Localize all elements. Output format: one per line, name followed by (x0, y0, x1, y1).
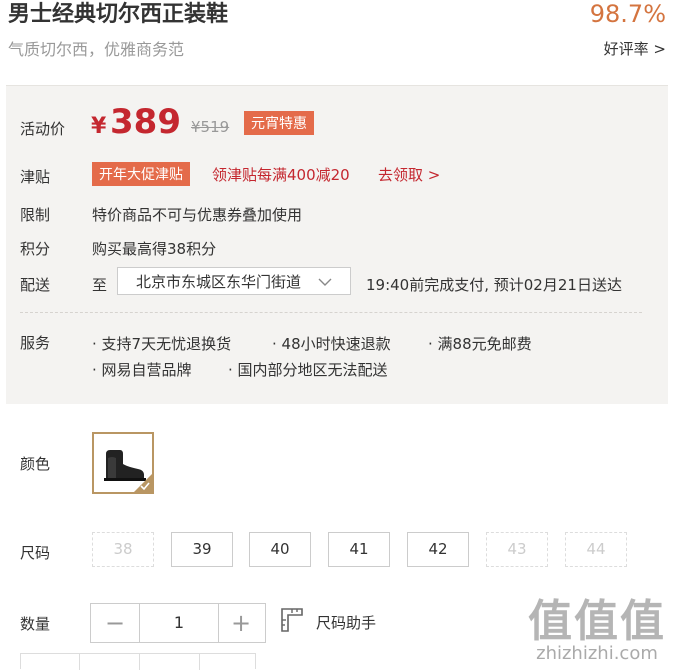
points-text: 购买最高得38积分 (92, 240, 217, 258)
claim-subsidy-link[interactable]: 去领取 > (378, 164, 440, 185)
limit-label: 限制 (20, 206, 51, 224)
delivery-to: 至 (92, 276, 108, 294)
points-label: 积分 (20, 240, 51, 258)
size-label: 尺码 (20, 544, 51, 562)
quantity-input[interactable]: 1 (139, 604, 219, 642)
price-label: 活动价 (20, 120, 66, 138)
service-item: · 支持7天无忧退换货 (92, 335, 232, 353)
size-option-44: 44 (565, 532, 627, 567)
quantity-label: 数量 (20, 615, 51, 633)
service-item: · 48小时快速退款 (272, 335, 391, 353)
color-label: 颜色 (20, 455, 51, 473)
service-label: 服务 (20, 334, 51, 352)
delivery-label: 配送 (20, 276, 51, 294)
bottom-tabs-partial (20, 653, 256, 670)
festival-badge: 元宵特惠 (244, 111, 314, 135)
watermark-domain: zhizhizhi.com (536, 643, 658, 664)
address-text: 北京市东城区东华门街道 (136, 273, 302, 291)
boot-thumbnail-icon (94, 434, 152, 492)
service-item: · 网易自营品牌 (92, 361, 192, 379)
quantity-stepper: − 1 + (90, 603, 266, 643)
size-option-39[interactable]: 39 (171, 532, 233, 567)
watermark-logo: 值值值 (528, 596, 666, 647)
product-subtitle: 气质切尔西，优雅商务范 (8, 40, 185, 59)
service-item: · 国内部分地区无法配送 (228, 361, 388, 379)
price-currency: ¥ (91, 114, 107, 139)
subsidy-badge: 开年大促津贴 (92, 162, 190, 186)
size-option-43: 43 (486, 532, 548, 567)
size-option-42[interactable]: 42 (407, 532, 469, 567)
product-title: 男士经典切尔西正装鞋 (8, 2, 229, 27)
site-watermark: 值值值 zhizhizhi.com (528, 585, 666, 664)
size-option-41[interactable]: 41 (328, 532, 390, 567)
limit-text: 特价商品不可与优惠券叠加使用 (92, 206, 303, 224)
subsidy-label: 津贴 (20, 168, 51, 186)
delivery-eta: 19:40前完成支付, 预计02月21日送达 (366, 276, 622, 294)
current-price: 389 (110, 102, 181, 142)
size-helper-label: 尺码助手 (316, 614, 377, 632)
subsidy-text: 领津贴每满400减20 (212, 166, 350, 184)
quantity-decrease-button[interactable]: − (91, 604, 139, 642)
size-option-38: 38 (92, 532, 154, 567)
address-selector[interactable]: 北京市东城区东华门街道 (117, 267, 351, 295)
ruler-icon (281, 608, 303, 632)
original-price: ¥519 (191, 118, 230, 136)
quantity-increase-button[interactable]: + (217, 604, 265, 642)
color-swatch-black[interactable] (92, 432, 154, 494)
rating-link[interactable]: 好评率 > (604, 38, 666, 59)
rating-value: 98.7% (589, 0, 666, 28)
size-option-40[interactable]: 40 (249, 532, 311, 567)
service-item: · 满88元免邮费 (428, 335, 532, 353)
chevron-down-icon (318, 278, 332, 286)
panel-divider (20, 312, 642, 313)
